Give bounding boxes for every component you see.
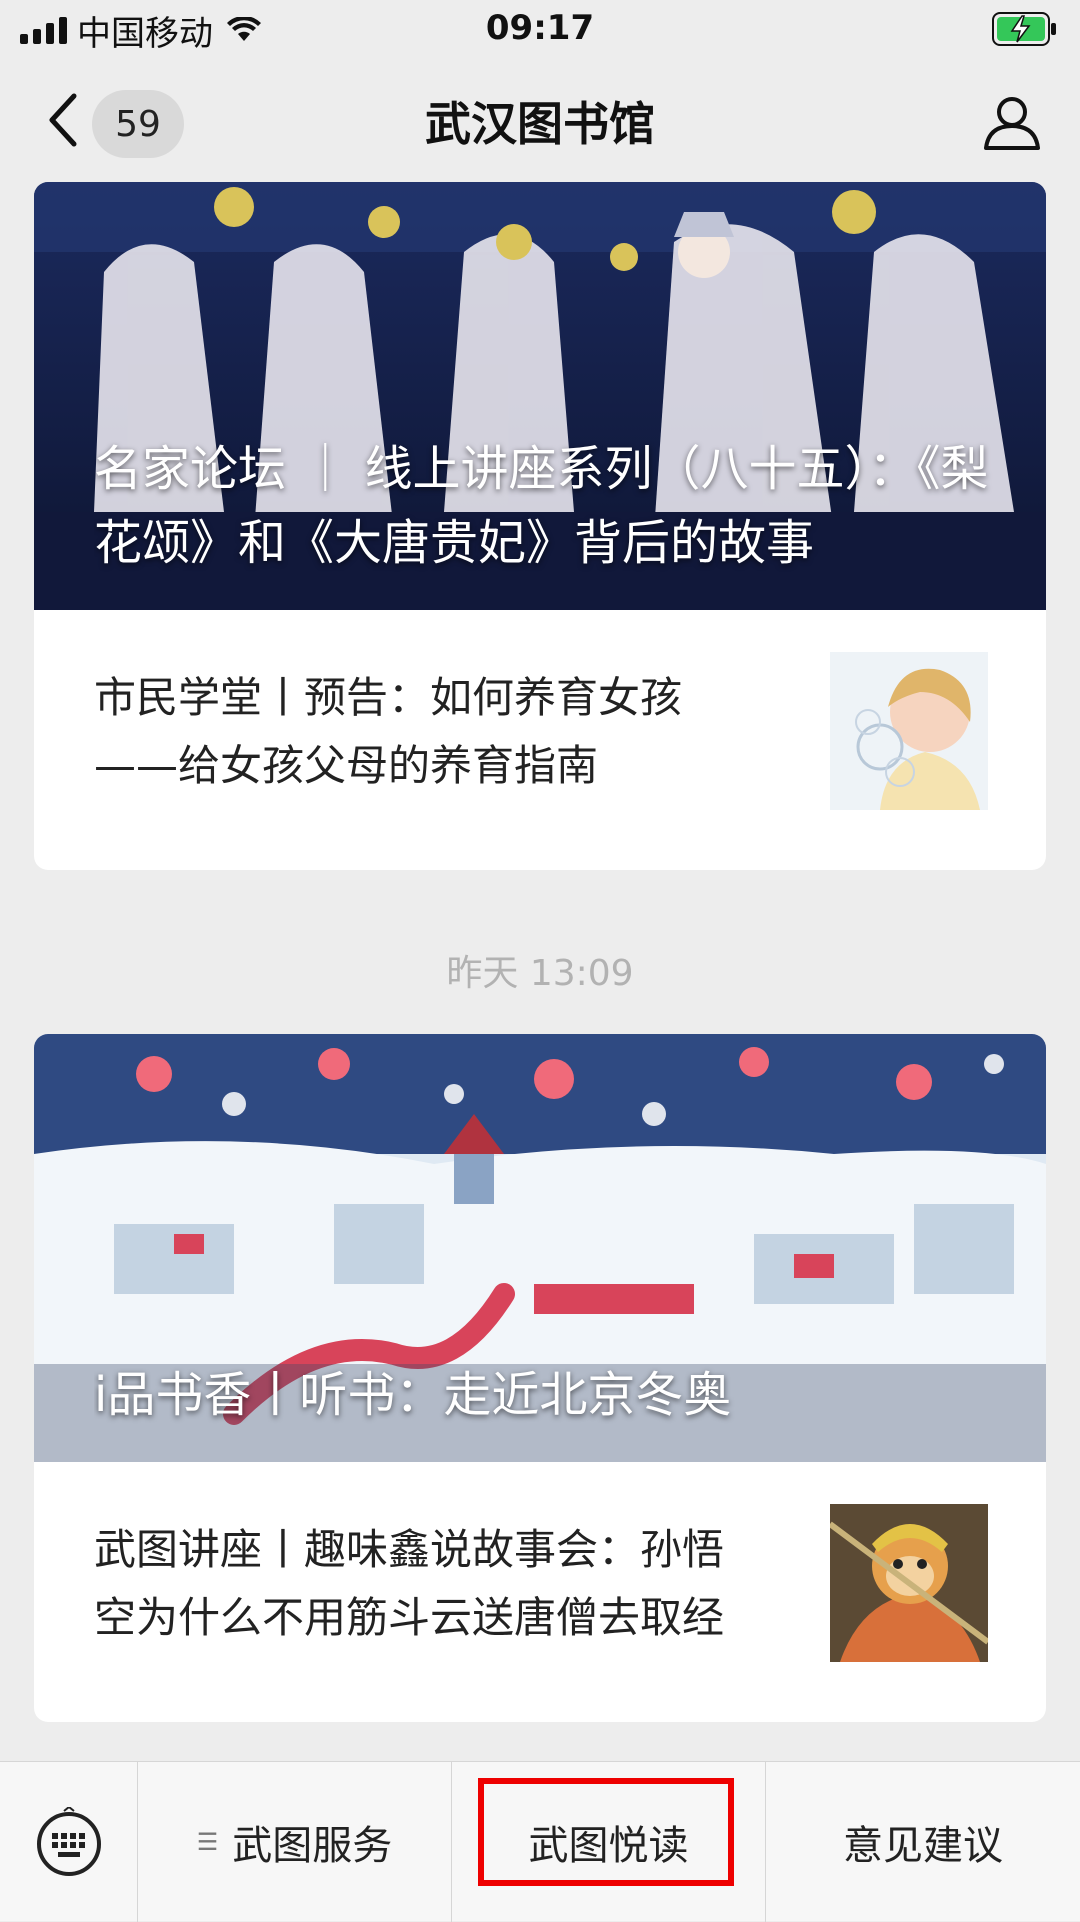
hero-title: i品书香丨听书：走近北京冬奥 (94, 1367, 732, 1423)
profile-icon[interactable] (982, 92, 1042, 152)
hero-article[interactable]: i品书香丨听书：走近北京冬奥 (34, 1034, 1046, 1462)
menu-wutu-service[interactable]: ☰ 武图服务 (138, 1762, 452, 1922)
keyboard-toggle-button[interactable] (0, 1762, 138, 1922)
article-title: 武图讲座丨趣味鑫说故事会：孙悟空为什么不用筋斗云送唐僧去取经 (94, 1525, 725, 1642)
article-card: 名家论坛 ｜ 线上讲座系列（八十五）：《梨花颂》和《大唐贵妃》背后的故事 市民学… (34, 182, 1046, 870)
status-bar: 中国移动 09:17 (0, 0, 1080, 60)
highlight-box (478, 1778, 734, 1886)
nav-bar: 59 武汉图书馆 (0, 60, 1080, 185)
list-item[interactable]: 市民学堂丨预告：如何养育女孩——给女孩父母的养育指南 (34, 610, 1046, 870)
article-title: 市民学堂丨预告：如何养育女孩——给女孩父母的养育指南 (94, 673, 683, 790)
monkey-king-thumbnail (830, 1504, 988, 1662)
hero-title: 名家论坛 ｜ 线上讲座系列（八十五）：《梨花颂》和《大唐贵妃》背后的故事 (94, 441, 989, 571)
girl-bubbles-thumbnail (830, 652, 988, 810)
list-item[interactable]: 武图讲座丨趣味鑫说故事会：孙悟空为什么不用筋斗云送唐僧去取经 (34, 1462, 1046, 1722)
hero-article[interactable]: 名家论坛 ｜ 线上讲座系列（八十五）：《梨花颂》和《大唐贵妃》背后的故事 (34, 182, 1046, 610)
menu-label: 意见建议 (843, 1823, 1003, 1869)
keyboard-icon (36, 1807, 101, 1876)
submenu-icon: ☰ (196, 1828, 219, 1856)
page-title: 武汉图书馆 (425, 97, 655, 151)
menu-feedback[interactable]: 意见建议 (766, 1762, 1080, 1922)
clock: 09:17 (485, 8, 595, 48)
article-card: i品书香丨听书：走近北京冬奥 武图讲座丨趣味鑫说故事会：孙悟空为什么不用筋斗云送… (34, 1034, 1046, 1722)
timestamp: 昨天 13:09 (446, 953, 634, 994)
menu-label: 武图服务 (232, 1823, 393, 1869)
bottom-menu-bar: ☰ 武图服务 武图悦读 意见建议 (0, 1761, 1080, 1922)
battery-charging-icon (992, 12, 1056, 46)
